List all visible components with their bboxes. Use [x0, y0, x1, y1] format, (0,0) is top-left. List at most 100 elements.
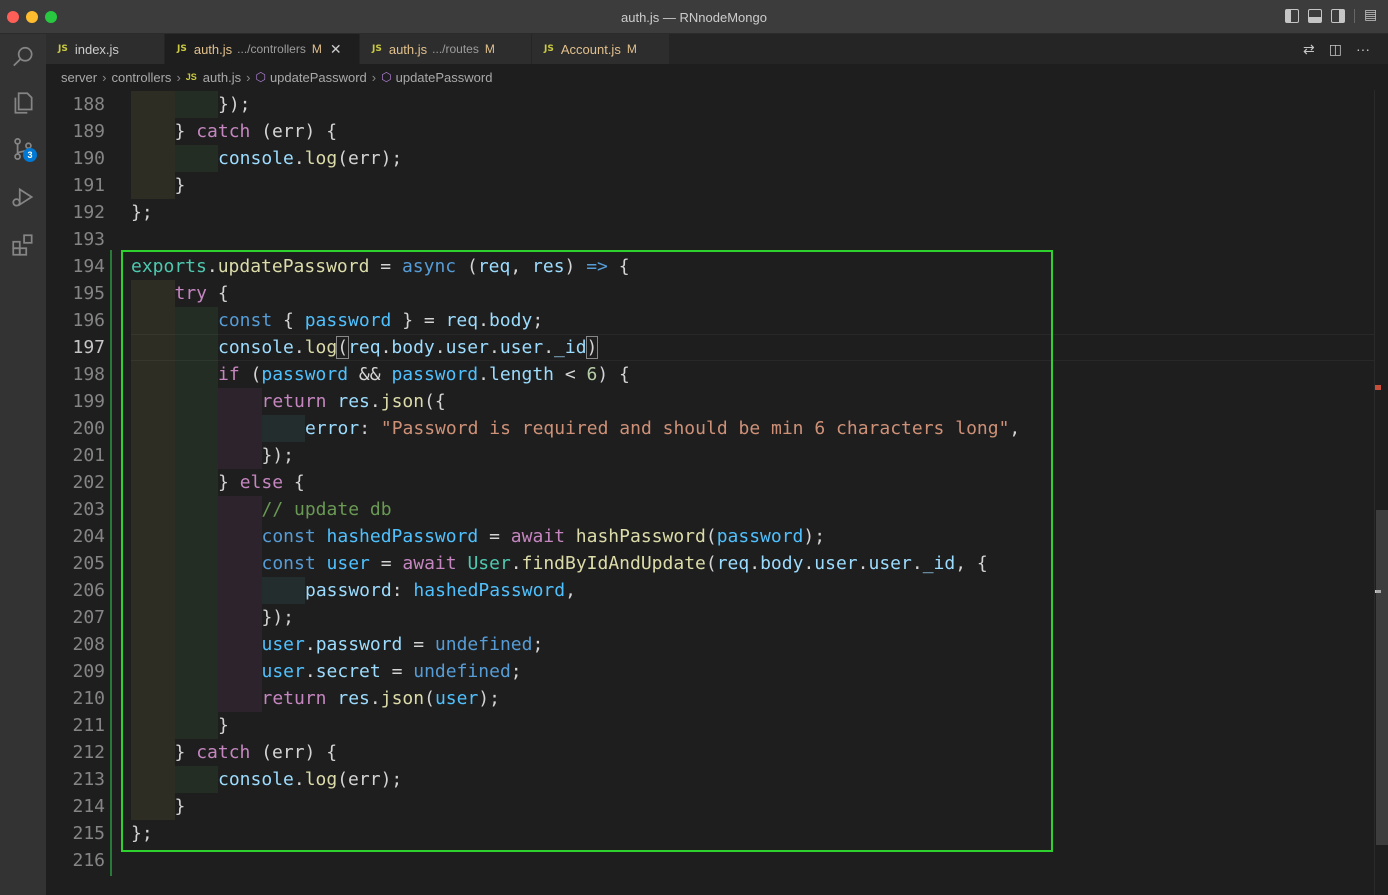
source-control-icon[interactable]: 3	[0, 126, 46, 172]
code-line: 210 return res.json(user);	[46, 685, 1366, 712]
code-line: 212 } catch (err) {	[46, 739, 1366, 766]
code-text: }	[218, 715, 229, 736]
layout-separator	[1354, 9, 1355, 23]
code-line: 206 password: hashedPassword,	[46, 577, 1366, 604]
code-text: return res.json({	[261, 391, 446, 412]
tab-account-js[interactable]: JS Account.js M	[532, 34, 670, 64]
line-number: 190	[72, 148, 105, 169]
line-number: 216	[72, 850, 105, 871]
code-line: 209 user.secret = undefined;	[46, 658, 1366, 685]
line-number: 208	[72, 634, 105, 655]
breadcrumb-item[interactable]: updatePassword	[270, 70, 367, 85]
breadcrumb-item[interactable]: updatePassword	[396, 70, 493, 85]
run-debug-icon[interactable]	[0, 174, 46, 220]
code-line: 191 }	[46, 172, 1366, 199]
scrollbar-thumb[interactable]	[1376, 510, 1388, 845]
code-text: };	[131, 202, 153, 223]
customize-layout-icon[interactable]	[1364, 6, 1378, 23]
editor-actions: ⇄ ◫ ···	[1303, 41, 1370, 58]
code-editor[interactable]: 188 }); 189 } catch (err) { 190 console.…	[46, 90, 1388, 895]
line-number: 198	[72, 364, 105, 385]
code-text: if (password && password.length < 6) {	[218, 364, 630, 385]
tab-auth-js-controllers[interactable]: JS auth.js .../controllers M ✕	[165, 34, 360, 64]
code-text: console.log(err);	[218, 769, 403, 790]
toggle-primary-sidebar-icon[interactable]	[1285, 9, 1299, 23]
code-text: }	[174, 796, 186, 817]
explorer-icon[interactable]	[0, 80, 46, 126]
code-line: 202 } else {	[46, 469, 1366, 496]
close-tab-icon[interactable]: ✕	[330, 41, 342, 58]
search-icon[interactable]	[0, 34, 46, 80]
git-modified-gutter-marker	[110, 250, 112, 876]
code-text: try {	[174, 283, 229, 304]
code-line: 215 };	[46, 820, 1366, 847]
breadcrumb-item[interactable]: server	[61, 70, 97, 85]
line-number: 201	[72, 445, 105, 466]
code-line: 204 const hashedPassword = await hashPas…	[46, 523, 1366, 550]
code-line: 195 try {	[46, 280, 1366, 307]
line-number: 191	[72, 175, 105, 196]
more-actions-icon[interactable]: ···	[1356, 41, 1370, 58]
toggle-secondary-sidebar-icon[interactable]	[1331, 9, 1345, 23]
javascript-file-icon: JS	[58, 44, 68, 54]
vertical-scrollbar[interactable]	[1374, 90, 1388, 895]
line-number: 204	[72, 526, 105, 547]
code-line: 196 const { password } = req.body;	[46, 307, 1366, 334]
window-title: auth.js — RNnodeMongo	[621, 10, 767, 25]
line-number: 205	[72, 553, 105, 574]
code-text: }	[174, 175, 186, 196]
line-number: 211	[72, 715, 105, 736]
method-icon: ⬡	[255, 70, 266, 84]
tab-path: .../routes	[432, 42, 479, 56]
chevron-right-icon: ›	[176, 69, 181, 85]
compare-changes-icon[interactable]: ⇄	[1303, 41, 1315, 58]
code-line: 190 console.log(err);	[46, 145, 1366, 172]
code-line: 205 const user = await User.findByIdAndU…	[46, 550, 1366, 577]
line-number: 210	[72, 688, 105, 709]
code-text: } catch (err) {	[174, 742, 338, 763]
breadcrumb-item[interactable]: auth.js	[203, 70, 241, 85]
toggle-panel-icon[interactable]	[1308, 9, 1322, 23]
extensions-icon[interactable]	[0, 222, 46, 268]
code-line: 208 user.password = undefined;	[46, 631, 1366, 658]
javascript-file-icon: JS	[177, 44, 187, 54]
line-number: 207	[72, 607, 105, 628]
code-line: 192 };	[46, 199, 1366, 226]
code-line: 203 // update db	[46, 496, 1366, 523]
modified-badge: M	[626, 42, 637, 56]
code-line: 199 return res.json({	[46, 388, 1366, 415]
line-number: 188	[72, 94, 105, 115]
code-text: };	[131, 823, 153, 844]
code-line: 201 });	[46, 442, 1366, 469]
modified-badge: M	[484, 42, 495, 56]
code-line: 216	[46, 847, 1366, 874]
tab-index-js[interactable]: JS index.js	[46, 34, 165, 64]
javascript-file-icon: JS	[185, 72, 197, 82]
split-editor-icon[interactable]: ◫	[1329, 41, 1342, 58]
line-number: 213	[72, 769, 105, 790]
tab-label: auth.js	[193, 41, 233, 57]
tab-auth-js-routes[interactable]: JS auth.js .../routes M	[360, 34, 532, 64]
layout-controls	[1285, 6, 1378, 23]
breadcrumb: server › controllers › JS auth.js › ⬡ up…	[46, 64, 1388, 90]
tab-label: auth.js	[388, 41, 428, 57]
code-text: password: hashedPassword,	[305, 580, 576, 601]
code-text: user.secret = undefined;	[261, 661, 522, 682]
code-line: 211 }	[46, 712, 1366, 739]
line-number: 197	[72, 337, 105, 358]
code-line: 214 }	[46, 793, 1366, 820]
source-control-badge: 3	[23, 148, 37, 162]
code-line: 213 console.log(err);	[46, 766, 1366, 793]
chevron-right-icon: ›	[102, 69, 107, 85]
breadcrumb-item[interactable]: controllers	[111, 70, 171, 85]
overview-ruler-marker	[1375, 385, 1381, 390]
javascript-file-icon: JS	[544, 44, 554, 54]
line-number: 215	[72, 823, 105, 844]
code-text: error: "Password is required and should …	[305, 418, 1021, 439]
code-line: 193	[46, 226, 1366, 253]
line-number: 199	[72, 391, 105, 412]
code-text: // update db	[261, 499, 392, 520]
line-number: 194	[72, 256, 105, 277]
code-text: } catch (err) {	[174, 121, 338, 142]
code-text: const { password } = req.body;	[218, 310, 544, 331]
